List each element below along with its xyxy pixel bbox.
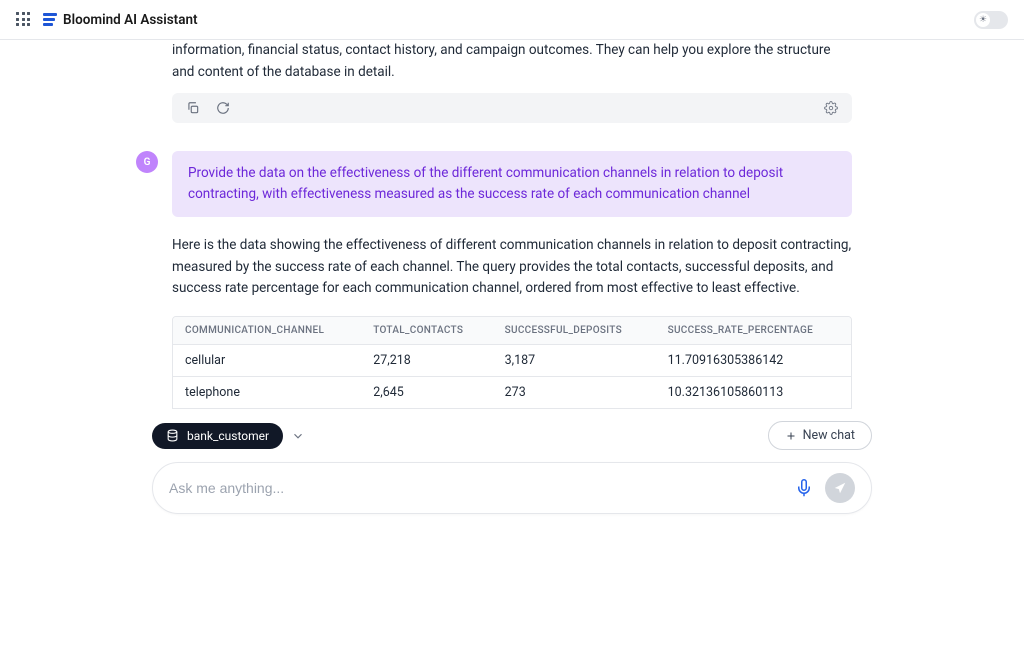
table-cell: telephone xyxy=(173,376,361,408)
table-header-row: COMMUNICATION_CHANNEL TOTAL_CONTACTS SUC… xyxy=(173,317,851,345)
context-chip[interactable]: bank_customer xyxy=(152,423,283,449)
table-header: COMMUNICATION_CHANNEL xyxy=(173,317,361,345)
user-message-row: G Provide the data on the effectiveness … xyxy=(136,151,852,217)
user-message-bubble: Provide the data on the effectiveness of… xyxy=(172,151,852,217)
assistant-intro-text: Here is the data showing the effectivene… xyxy=(172,235,852,300)
topbar-left: Bloomind AI Assistant xyxy=(16,12,198,28)
apps-grid-icon[interactable] xyxy=(16,12,31,27)
settings-icon[interactable] xyxy=(824,101,838,115)
toolbar-left xyxy=(186,101,230,115)
plus-icon xyxy=(785,430,797,442)
conversation-content: information, financial status, contact h… xyxy=(152,40,872,657)
app-title: Bloomind AI Assistant xyxy=(63,12,198,28)
logo-bars-icon xyxy=(43,13,57,26)
context-chip-group: bank_customer xyxy=(152,423,305,449)
new-chat-label: New chat xyxy=(803,428,855,443)
table-header: TOTAL_CONTACTS xyxy=(361,317,492,345)
composer-input[interactable] xyxy=(169,480,783,496)
table-cell: 273 xyxy=(493,376,656,408)
topbar: Bloomind AI Assistant ☀ xyxy=(0,0,1024,40)
composer-top-row: bank_customer New chat xyxy=(152,421,872,450)
sun-icon: ☀ xyxy=(976,13,990,27)
refresh-icon[interactable] xyxy=(216,101,230,115)
composer-area: bank_customer New chat xyxy=(0,409,1024,530)
send-icon xyxy=(833,481,847,495)
chevron-down-icon[interactable] xyxy=(291,429,305,443)
theme-toggle[interactable]: ☀ xyxy=(974,11,1008,29)
table-cell: cellular xyxy=(173,344,361,376)
send-button[interactable] xyxy=(825,473,855,503)
new-chat-button[interactable]: New chat xyxy=(768,421,872,450)
database-icon xyxy=(166,429,179,442)
message-toolbar-prev xyxy=(172,93,852,123)
table-cell: 27,218 xyxy=(361,344,492,376)
composer-input-row xyxy=(152,462,872,514)
user-avatar: G xyxy=(136,151,158,173)
table-header: SUCCESSFUL_DEPOSITS xyxy=(493,317,656,345)
copy-icon[interactable] xyxy=(186,101,200,115)
table-cell: 11.70916305386142 xyxy=(656,344,851,376)
table-row: cellular 27,218 3,187 11.70916305386142 xyxy=(173,344,851,376)
table-cell: 3,187 xyxy=(493,344,656,376)
app-logo: Bloomind AI Assistant xyxy=(43,12,198,28)
previous-response-tail: information, financial status, contact h… xyxy=(172,40,852,83)
microphone-icon[interactable] xyxy=(795,479,813,497)
table-cell: 10.32136105860113 xyxy=(656,376,851,408)
table-cell: 2,645 xyxy=(361,376,492,408)
context-chip-label: bank_customer xyxy=(187,429,269,443)
table-row: telephone 2,645 273 10.32136105860113 xyxy=(173,376,851,408)
table-header: SUCCESS_RATE_PERCENTAGE xyxy=(656,317,851,345)
